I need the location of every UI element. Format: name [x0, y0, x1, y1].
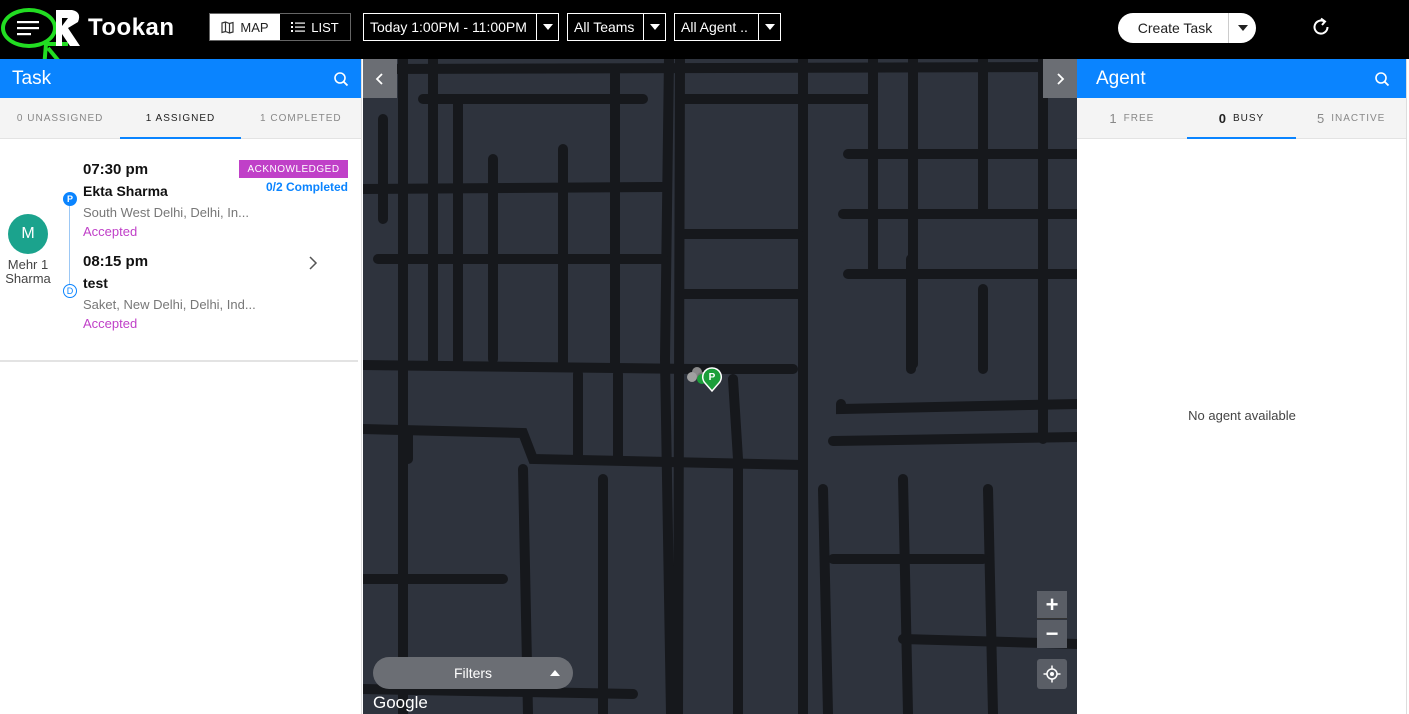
- pin-label: P: [709, 372, 716, 383]
- busy-label: BUSY: [1233, 112, 1265, 124]
- agent-filter-dropdown[interactable]: All Agent ..: [674, 13, 781, 41]
- map-view-button[interactable]: MAP: [210, 14, 280, 40]
- date-filter-dropdown[interactable]: Today 1:00PM - 11:00PM: [363, 13, 559, 41]
- search-icon[interactable]: [1374, 71, 1390, 87]
- avatar: M: [8, 214, 48, 254]
- task-progress: 0/2 Completed: [265, 180, 348, 194]
- agent-panel: Agent 1 FREE 0 BUSY 5 INACTIVE No agent …: [1077, 59, 1407, 714]
- chevron-up-icon: [550, 670, 560, 676]
- locate-icon: [1043, 665, 1061, 683]
- list-view-button[interactable]: LIST: [280, 14, 350, 40]
- refresh-icon[interactable]: [1310, 16, 1332, 38]
- filters-button[interactable]: Filters: [373, 657, 573, 689]
- task-location-pin-icon[interactable]: P: [681, 363, 727, 397]
- task-tabs: 0 UNASSIGNED 1 ASSIGNED 1 COMPLETED: [0, 98, 361, 139]
- team-filter-dropdown[interactable]: All Teams: [567, 13, 666, 41]
- agent-panel-header: Agent: [1077, 59, 1406, 98]
- delivery-status: Accepted: [83, 316, 138, 331]
- top-bar: Tookan MAP LIST Today 1:00PM - 11:00PM A…: [0, 0, 1409, 96]
- chevron-down-icon: [758, 14, 780, 40]
- list-view-label: LIST: [311, 19, 339, 35]
- create-task-dropdown-icon[interactable]: [1228, 13, 1256, 43]
- task-card[interactable]: M Mehr 1 Sharma P D 07:30 pm Ekta Sharma…: [0, 145, 358, 362]
- delivery-marker-icon: D: [63, 284, 77, 298]
- tab-completed[interactable]: 1 COMPLETED: [241, 98, 361, 138]
- pickup-address: South West Delhi, Delhi, In...: [83, 205, 249, 220]
- inactive-count: 5: [1317, 110, 1326, 126]
- collapse-left-panel-button[interactable]: [363, 59, 397, 98]
- zoom-in-button[interactable]: +: [1037, 591, 1067, 619]
- status-badge: ACKNOWLEDGED: [239, 160, 348, 178]
- busy-count: 0: [1218, 110, 1227, 126]
- hamburger-menu-icon[interactable]: [14, 14, 42, 42]
- delivery-name: test: [83, 275, 108, 291]
- list-icon: [291, 22, 306, 32]
- agent-tabs: 1 FREE 0 BUSY 5 INACTIVE: [1077, 98, 1406, 139]
- map-canvas[interactable]: P + − Filters Google: [363, 59, 1077, 714]
- pickup-status: Accepted: [83, 224, 138, 239]
- agent-panel-title: Agent: [1096, 67, 1146, 89]
- task-panel-header: Task: [0, 59, 361, 98]
- chevron-right-icon[interactable]: [307, 255, 319, 271]
- locate-me-button[interactable]: [1037, 659, 1067, 689]
- task-panel-title: Task: [12, 67, 52, 89]
- delivery-address: Saket, New Delhi, Delhi, Ind...: [83, 297, 256, 312]
- tab-busy[interactable]: 0 BUSY: [1186, 98, 1297, 139]
- team-filter-label: All Teams: [574, 19, 635, 35]
- tab-inactive[interactable]: 5 INACTIVE: [1296, 98, 1406, 138]
- pickup-marker-icon: P: [63, 192, 77, 206]
- tab-free[interactable]: 1 FREE: [1077, 98, 1187, 138]
- agent-name: Mehr 1 Sharma: [5, 257, 51, 286]
- inactive-label: INACTIVE: [1331, 112, 1386, 124]
- task-panel: Task 0 UNASSIGNED 1 ASSIGNED 1 COMPLETED…: [0, 59, 362, 714]
- google-attribution: Google: [373, 693, 428, 712]
- view-toggle: MAP LIST: [209, 13, 351, 41]
- search-icon[interactable]: [333, 71, 349, 87]
- create-task-label: Create Task: [1137, 20, 1213, 36]
- filters-label: Filters: [453, 665, 493, 681]
- tookan-logo[interactable]: Tookan: [52, 8, 175, 48]
- chevron-down-icon: [643, 14, 665, 40]
- empty-agent-message: No agent available: [1188, 408, 1296, 423]
- tookan-mark-icon: [56, 10, 80, 46]
- chevron-down-icon: [536, 14, 558, 40]
- chevron-right-icon: [1057, 72, 1065, 85]
- task-timeline: [69, 199, 70, 295]
- chevron-left-icon: [375, 72, 383, 85]
- zoom-out-button[interactable]: −: [1037, 620, 1067, 648]
- collapse-right-panel-button[interactable]: [1043, 59, 1077, 98]
- create-task-button[interactable]: Create Task: [1118, 13, 1256, 43]
- agent-filter-label: All Agent ..: [681, 19, 748, 35]
- tab-assigned[interactable]: 1 ASSIGNED: [120, 98, 241, 139]
- map-icon: [221, 20, 235, 34]
- brand-name: Tookan: [88, 14, 175, 41]
- map-view-label: MAP: [240, 19, 269, 35]
- date-filter-label: Today 1:00PM - 11:00PM: [370, 19, 527, 35]
- free-label: FREE: [1123, 112, 1155, 124]
- tab-unassigned[interactable]: 0 UNASSIGNED: [0, 98, 120, 138]
- free-count: 1: [1109, 110, 1118, 126]
